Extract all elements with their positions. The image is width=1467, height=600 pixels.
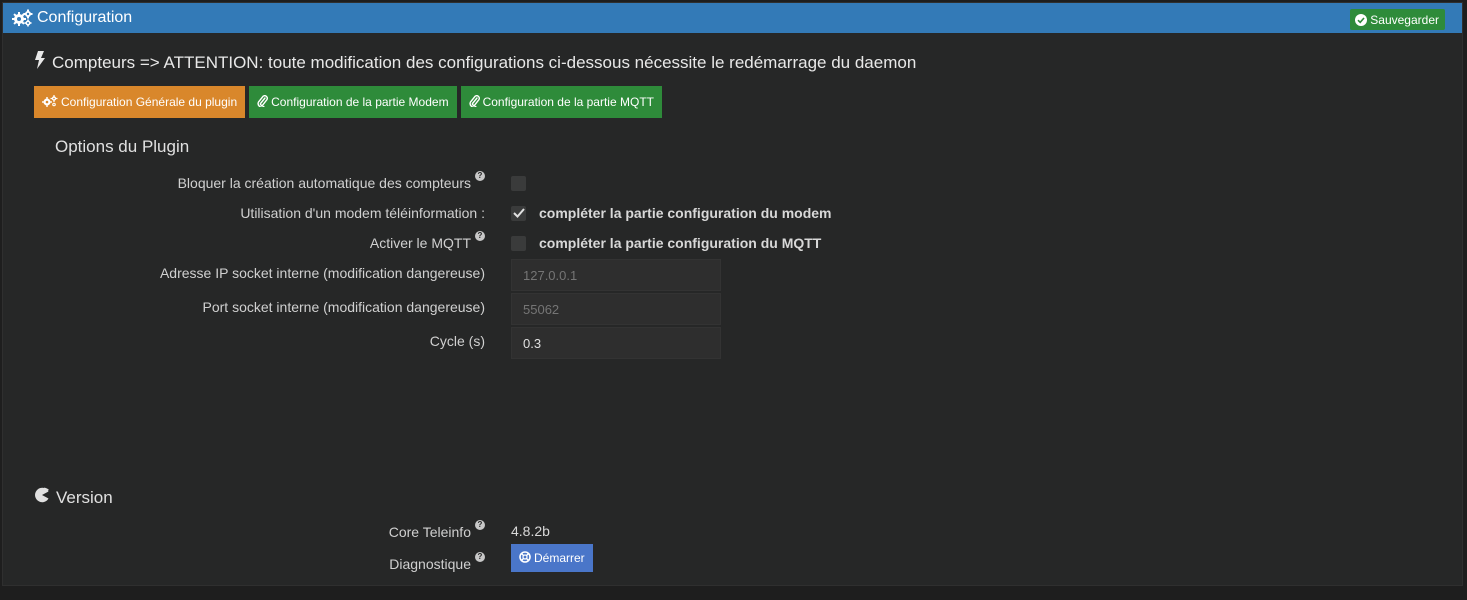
use-modem-checkbox[interactable]	[511, 206, 526, 221]
row-socket-ip: Adresse IP socket interne (modification …	[3, 259, 1003, 293]
diagnostic-text: Diagnostique	[389, 556, 471, 572]
cycle-input[interactable]	[511, 327, 721, 359]
use-modem-label: Utilisation d'un modem téléinformation :	[240, 205, 485, 221]
cogs-icon	[12, 9, 34, 27]
use-modem-text: Utilisation d'un modem téléinformation :	[240, 205, 485, 221]
panel-header: Configuration Sauvegarder	[3, 3, 1462, 33]
tab-general-label: Configuration Générale du plugin	[61, 95, 238, 109]
mqtt-hint: compléter la partie configuration du MQT…	[539, 235, 822, 251]
mqtt-checkbox[interactable]	[511, 236, 526, 251]
row-socket-port: Port socket interne (modification danger…	[3, 293, 1003, 327]
block-auto-creation-checkbox[interactable]	[511, 176, 526, 191]
socket-ip-label: Adresse IP socket interne (modification …	[160, 265, 485, 281]
start-label: Démarrer	[534, 551, 585, 565]
cycle-text: Cycle (s)	[429, 333, 485, 349]
warning-title: Compteurs => ATTENTION: toute modificati…	[34, 51, 916, 74]
help-icon[interactable]: ?	[475, 552, 485, 562]
row-core-teleinfo: Core Teleinfo ? 4.8.2b	[3, 520, 1003, 544]
configuration-panel: Configuration Sauvegarder Compteurs => A…	[2, 2, 1463, 586]
save-label: Sauvegarder	[1370, 12, 1439, 27]
paperclip-icon	[257, 94, 269, 110]
options-section-title: Options du Plugin	[55, 137, 190, 156]
paperclip-icon	[469, 94, 480, 110]
tab-mqtt-label: Configuration de la partie MQTT	[482, 95, 654, 109]
version-title-text: Version	[56, 487, 113, 507]
block-auto-creation-label: Bloquer la création automatique des comp…	[177, 171, 485, 191]
help-icon[interactable]: ?	[475, 231, 485, 241]
check-circle-icon	[1355, 13, 1368, 26]
use-modem-hint: compléter la partie configuration du mod…	[539, 205, 832, 221]
core-version-value: 4.8.2b	[511, 523, 550, 539]
warning-text: Compteurs => ATTENTION: toute modificati…	[52, 52, 917, 72]
save-button[interactable]: Sauvegarder	[1350, 9, 1445, 30]
row-mqtt: Activer le MQTT ? compléter la partie co…	[3, 231, 1003, 255]
life-ring-icon	[519, 550, 531, 566]
row-diagnostic: Diagnostique ? Démarrer	[3, 544, 1003, 574]
mqtt-text: Activer le MQTT	[369, 235, 471, 251]
cycle-label: Cycle (s)	[430, 333, 485, 349]
core-teleinfo-text: Core Teleinfo	[388, 524, 471, 540]
help-icon[interactable]: ?	[475, 171, 485, 181]
row-cycle: Cycle (s)	[3, 327, 1003, 361]
tab-general[interactable]: Configuration Générale du plugin	[34, 86, 246, 118]
core-teleinfo-label: Core Teleinfo ?	[388, 520, 485, 540]
pie-icon	[34, 487, 50, 508]
version-section-title: Version	[34, 487, 113, 508]
block-auto-creation-text: Bloquer la création automatique des comp…	[177, 175, 471, 191]
check-icon	[513, 208, 525, 218]
row-use-modem: Utilisation d'un modem téléinformation :…	[3, 201, 1003, 225]
row-block-auto-creation: Bloquer la création automatique des comp…	[3, 171, 1003, 195]
socket-port-input[interactable]	[511, 293, 721, 325]
socket-port-text: Port socket interne (modification danger…	[202, 299, 485, 315]
cogs-icon	[42, 94, 58, 110]
config-tabs: Configuration Générale du plugin Configu…	[34, 86, 662, 118]
bolt-icon	[34, 51, 46, 74]
socket-port-label: Port socket interne (modification danger…	[203, 299, 485, 315]
diagnostic-label: Diagnostique ?	[389, 552, 485, 572]
page-title: Configuration	[37, 9, 133, 26]
socket-ip-text: Adresse IP socket interne (modification …	[159, 265, 485, 281]
tab-modem[interactable]: Configuration de la partie Modem	[249, 86, 457, 118]
tab-modem-label: Configuration de la partie Modem	[271, 95, 449, 109]
start-diagnostic-button[interactable]: Démarrer	[511, 544, 593, 572]
tab-mqtt[interactable]: Configuration de la partie MQTT	[460, 86, 662, 118]
mqtt-label: Activer le MQTT ?	[369, 231, 485, 251]
socket-ip-input[interactable]	[511, 259, 721, 291]
help-icon[interactable]: ?	[475, 520, 485, 530]
